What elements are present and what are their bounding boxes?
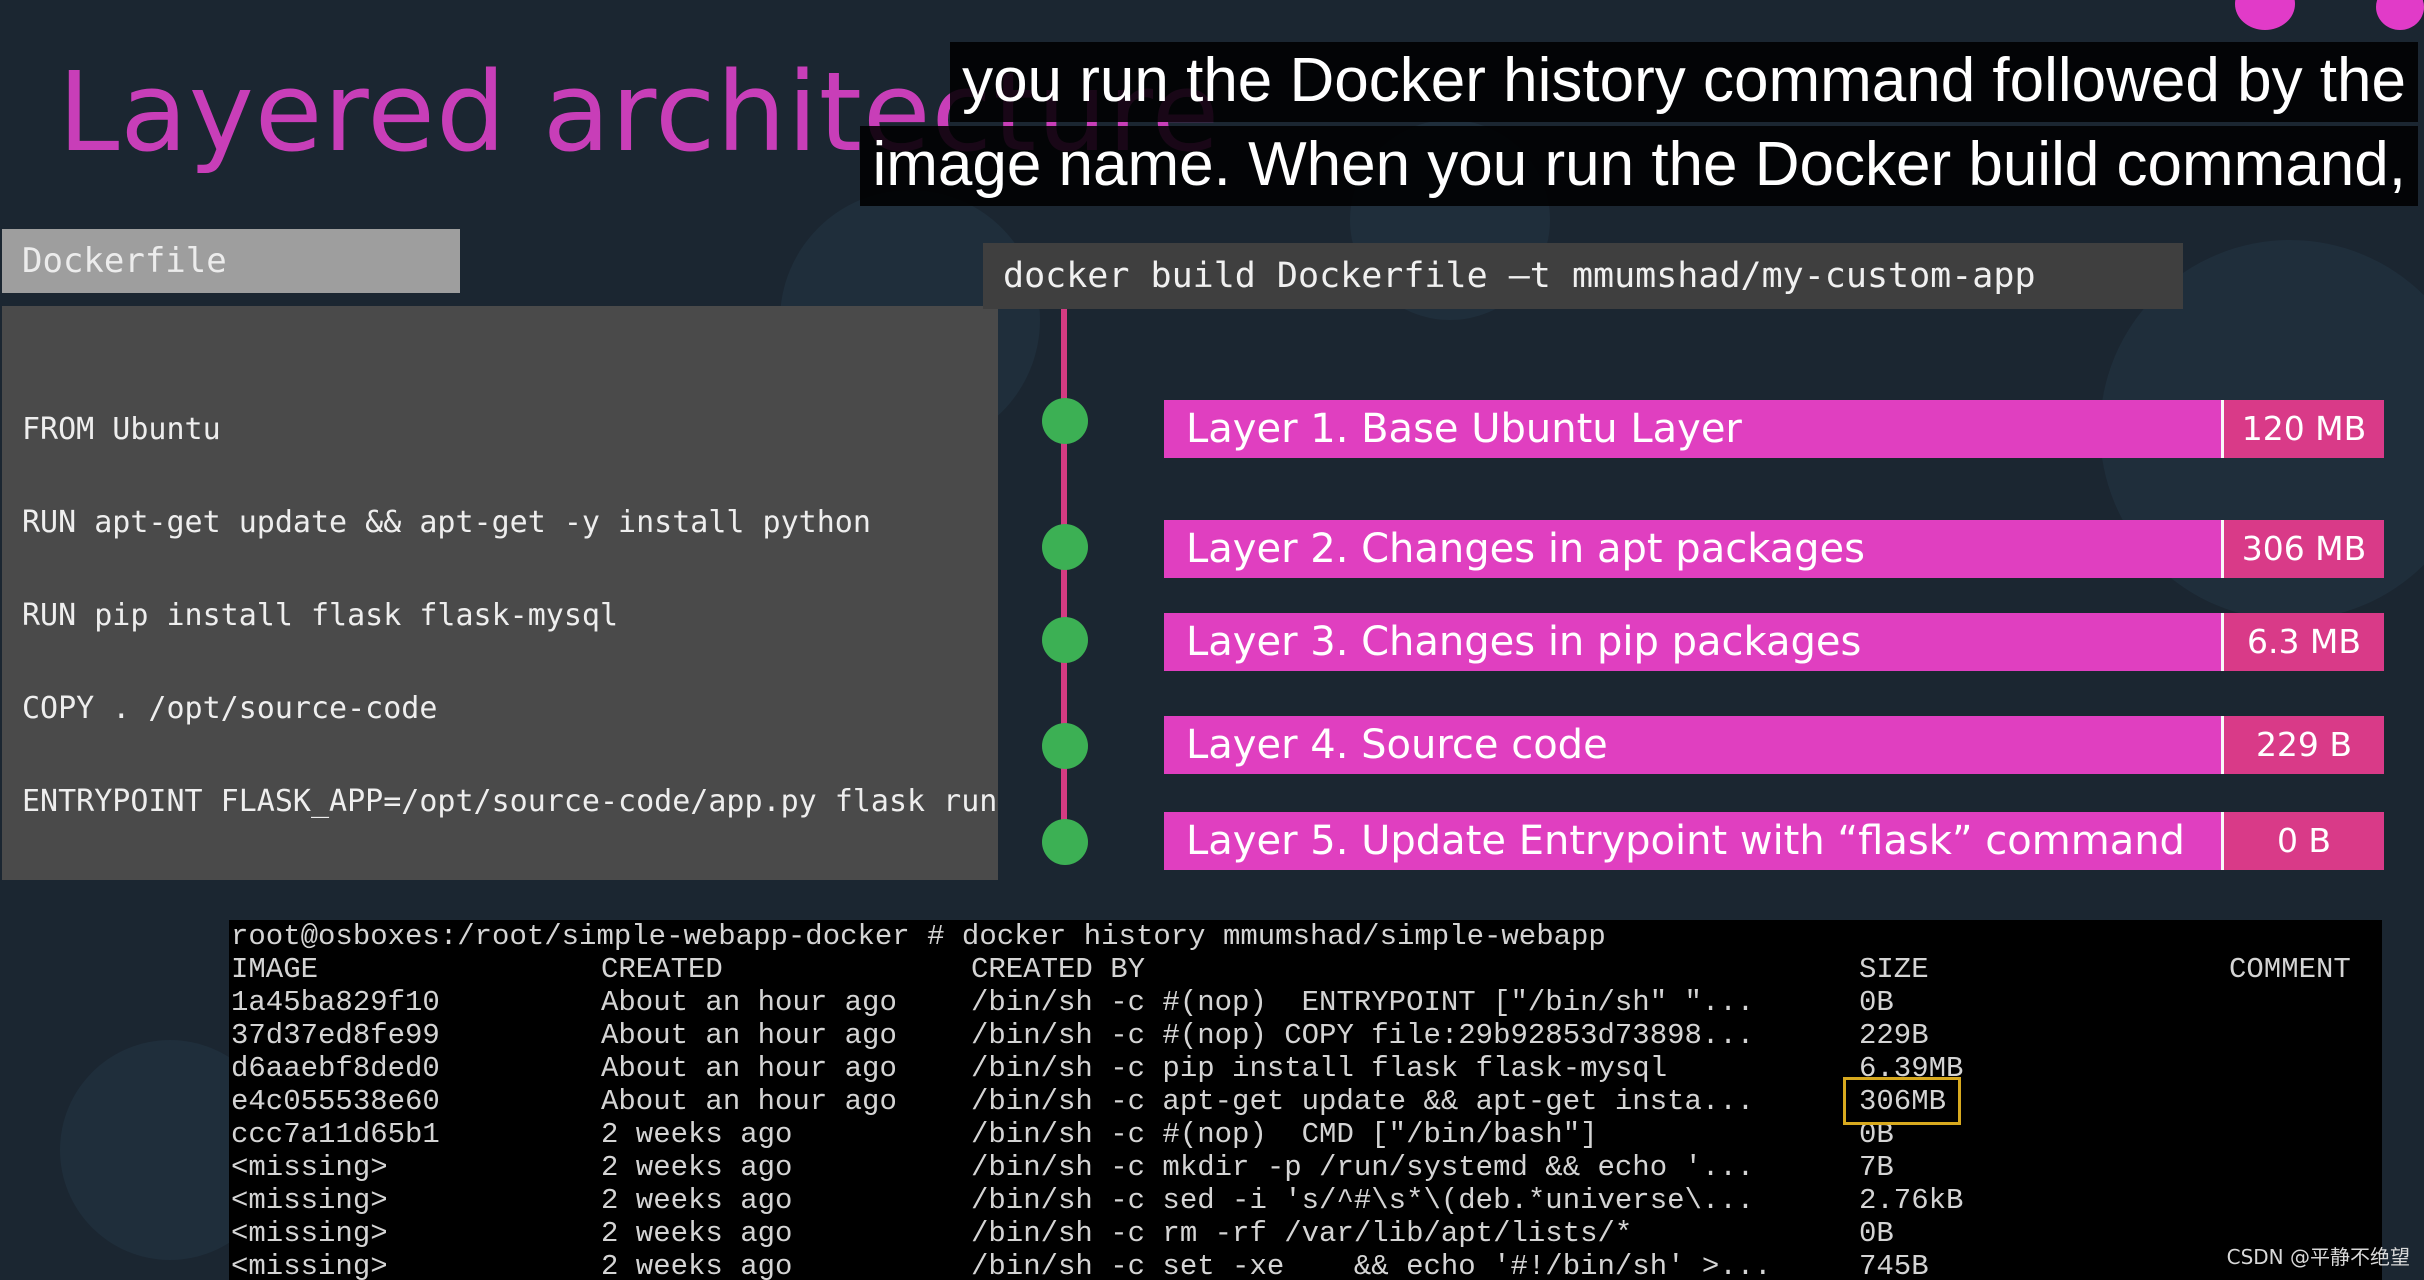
history-row: <missing> 2 weeks ago /bin/sh -c sed -i …	[231, 1184, 2371, 1217]
header-size: SIZE	[1859, 953, 1929, 986]
timeline-node	[1042, 398, 1088, 444]
row-image: <missing>	[231, 1217, 388, 1250]
timeline-node	[1042, 524, 1088, 570]
row-size: 7B	[1859, 1151, 1894, 1184]
header-image: IMAGE	[231, 953, 319, 986]
dockerfile-line: RUN apt-get update && apt-get -y install…	[22, 505, 871, 540]
header-created-by: CREATED BY	[971, 953, 1146, 986]
row-image: ccc7a11d65b1	[231, 1118, 440, 1151]
history-row: ccc7a11d65b1 2 weeks ago /bin/sh -c #(no…	[231, 1118, 2371, 1151]
row-size: 0B	[1859, 986, 1894, 1019]
row-created: About an hour ago	[601, 986, 897, 1019]
layer-row: Layer 4. Source code 229 B	[1164, 716, 2384, 774]
row-created-by: /bin/sh -c set -xe && echo '#!/bin/sh' >…	[971, 1250, 1772, 1280]
layer-label: Layer 2. Changes in apt packages	[1186, 526, 1866, 572]
history-row: 37d37ed8fe99 About an hour ago /bin/sh -…	[231, 1019, 2371, 1052]
size-highlight-box	[1843, 1077, 1961, 1125]
dockerfile-line: FROM Ubuntu	[22, 412, 221, 447]
row-created: 2 weeks ago	[601, 1151, 793, 1184]
layer-label: Layer 5. Update Entrypoint with “flask” …	[1186, 818, 2185, 864]
timeline-node	[1042, 617, 1088, 663]
layer-label: Layer 4. Source code	[1186, 722, 1608, 768]
decorative-dot	[2235, 0, 2295, 30]
layer-row: Layer 3. Changes in pip packages 6.3 MB	[1164, 613, 2384, 671]
row-image: <missing>	[231, 1151, 388, 1184]
layer-size: 6.3 MB	[2221, 613, 2384, 671]
row-created-by: /bin/sh -c pip install flask flask-mysql	[971, 1052, 1668, 1085]
header-comment: COMMENT	[2229, 953, 2351, 986]
row-created-by: /bin/sh -c mkdir -p /run/systemd && echo…	[971, 1151, 1755, 1184]
timeline-node	[1042, 819, 1088, 865]
decorative-dot	[2376, 0, 2424, 30]
row-size: 0B	[1859, 1217, 1894, 1250]
row-created: About an hour ago	[601, 1019, 897, 1052]
watermark: CSDN @平静不绝望	[2226, 1245, 2410, 1269]
layer-size: 229 B	[2221, 716, 2384, 774]
history-row: 1a45ba829f10 About an hour ago /bin/sh -…	[231, 986, 2371, 1019]
row-created-by: /bin/sh -c rm -rf /var/lib/apt/lists/*	[971, 1217, 1633, 1250]
row-created-by: /bin/sh -c #(nop) COPY file:29b92853d738…	[971, 1019, 1755, 1052]
layer-row: Layer 5. Update Entrypoint with “flask” …	[1164, 812, 2384, 870]
row-created: About an hour ago	[601, 1052, 897, 1085]
terminal-output: root@osboxes:/root/simple-webapp-docker …	[229, 920, 2382, 1280]
row-created: 2 weeks ago	[601, 1250, 793, 1280]
row-created: 2 weeks ago	[601, 1184, 793, 1217]
dockerfile-body: FROM Ubuntu RUN apt-get update && apt-ge…	[2, 306, 998, 880]
terminal-prompt: root@osboxes:/root/simple-webapp-docker …	[231, 920, 1606, 953]
row-created: About an hour ago	[601, 1085, 897, 1118]
layer-label: Layer 3. Changes in pip packages	[1186, 619, 1862, 665]
header-created: CREATED	[601, 953, 723, 986]
row-image: <missing>	[231, 1184, 388, 1217]
video-subtitles: you run the Docker history command follo…	[858, 42, 2418, 210]
layer-size: 0 B	[2221, 812, 2384, 870]
row-size: 2.76kB	[1859, 1184, 1964, 1217]
layer-size: 120 MB	[2221, 400, 2384, 458]
layer-size: 306 MB	[2221, 520, 2384, 578]
history-row: e4c055538e60 About an hour ago /bin/sh -…	[231, 1085, 2371, 1118]
history-row: <missing> 2 weeks ago /bin/sh -c rm -rf …	[231, 1217, 2371, 1250]
row-image: 1a45ba829f10	[231, 986, 440, 1019]
dockerfile-line: ENTRYPOINT FLASK_APP=/opt/source-code/ap…	[22, 784, 998, 819]
dockerfile-line: RUN pip install flask flask-mysql	[22, 598, 619, 633]
dockerfile-line: COPY . /opt/source-code	[22, 691, 438, 726]
history-row: <missing> 2 weeks ago /bin/sh -c mkdir -…	[231, 1151, 2371, 1184]
history-row: <missing> 2 weeks ago /bin/sh -c set -xe…	[231, 1250, 2371, 1280]
row-size: 229B	[1859, 1019, 1929, 1052]
row-created: 2 weeks ago	[601, 1118, 793, 1151]
dockerfile-header: Dockerfile	[2, 229, 460, 293]
row-image: d6aaebf8ded0	[231, 1052, 440, 1085]
layer-row: Layer 2. Changes in apt packages 306 MB	[1164, 520, 2384, 578]
row-image: 37d37ed8fe99	[231, 1019, 440, 1052]
row-created-by: /bin/sh -c apt-get update && apt-get ins…	[971, 1085, 1755, 1118]
row-created-by: /bin/sh -c #(nop) CMD ["/bin/bash"]	[971, 1118, 1598, 1151]
row-image: <missing>	[231, 1250, 388, 1280]
terminal-header-row: IMAGE CREATED CREATED BY SIZE COMMENT	[231, 953, 2371, 986]
row-size: 745B	[1859, 1250, 1929, 1280]
layer-label: Layer 1. Base Ubuntu Layer	[1186, 406, 1742, 452]
timeline-node	[1042, 723, 1088, 769]
row-image: e4c055538e60	[231, 1085, 440, 1118]
row-created-by: /bin/sh -c sed -i 's/^#\s*\(deb.*univers…	[971, 1184, 1755, 1217]
row-created-by: /bin/sh -c #(nop) ENTRYPOINT ["/bin/sh" …	[971, 986, 1755, 1019]
history-row: d6aaebf8ded0 About an hour ago /bin/sh -…	[231, 1052, 2371, 1085]
build-command-bar: docker build Dockerfile –t mmumshad/my-c…	[983, 243, 2183, 309]
subtitle-line-1: you run the Docker history command follo…	[950, 42, 2418, 122]
subtitle-line-2: image name. When you run the Docker buil…	[860, 126, 2418, 206]
layer-row: Layer 1. Base Ubuntu Layer 120 MB	[1164, 400, 2384, 458]
row-created: 2 weeks ago	[601, 1217, 793, 1250]
